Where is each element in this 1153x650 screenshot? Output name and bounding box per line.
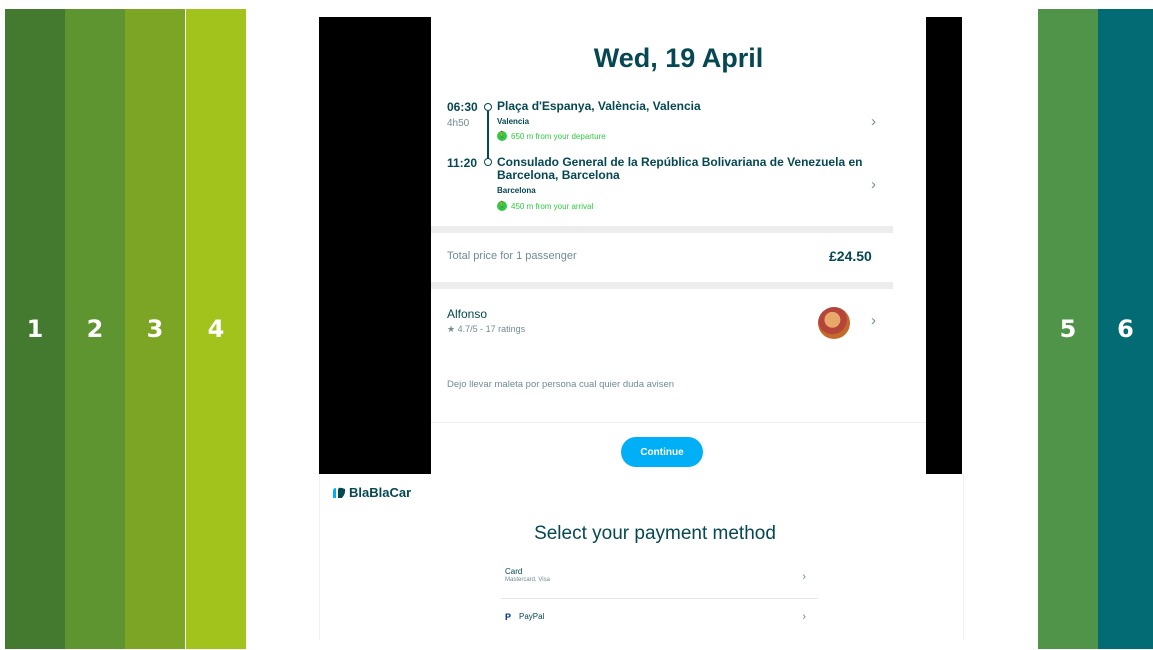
chevron-right-icon: ›	[802, 571, 806, 583]
card-option-label: Card	[505, 567, 523, 576]
arrival-city: Barcelona	[497, 186, 536, 195]
step-number: 1	[26, 315, 44, 343]
step-2-stripe: 2	[65, 9, 125, 649]
step-number: 2	[86, 315, 104, 343]
step-6-stripe: 6	[1098, 9, 1153, 649]
driver-name: Alfonso	[447, 307, 488, 321]
arrival-walk-distance: 🚶 450 m from your arrival	[497, 201, 593, 211]
step-3-stripe: 3	[125, 9, 185, 649]
section-divider	[431, 282, 893, 289]
trip-summary-card: Wed, 19 April 06:30 4h50 11:20 Plaça d'E…	[431, 17, 926, 474]
payment-title: Select your payment method	[534, 523, 776, 544]
blablacar-logo[interactable]: BlaBlaCar	[332, 485, 411, 500]
step-number: 4	[207, 315, 225, 343]
departure-stop-name: Plaça d'Espanya, València, Valencia	[497, 99, 701, 113]
chevron-right-icon: ›	[871, 113, 876, 130]
arrival-walk-text: 450 m from your arrival	[511, 201, 594, 211]
driver-note: Dejo llevar maleta por persona cual quie…	[447, 379, 675, 390]
trip-duration: 4h50	[447, 118, 470, 129]
price-label: Total price for 1 passenger	[447, 250, 577, 262]
step-1-stripe: 1	[5, 9, 65, 649]
chevron-right-icon: ›	[871, 312, 876, 329]
paypal-option-label: PayPal	[519, 612, 545, 621]
letterbox-right	[926, 17, 962, 474]
logo-text: BlaBlaCar	[349, 485, 412, 500]
walking-icon: 🚶	[497, 131, 507, 141]
walking-icon: 🚶	[497, 201, 507, 211]
step-number: 6	[1117, 315, 1134, 343]
step-number: 5	[1059, 315, 1077, 343]
step-number: 3	[146, 315, 164, 343]
departure-walk-text: 650 m from your departure	[511, 131, 606, 141]
letterbox-left	[319, 17, 431, 474]
paypal-icon: P	[505, 612, 512, 622]
card-option-sublabel: Mastercard, Visa	[505, 577, 550, 583]
arrival-stop-name: Consulado General de la República Boliva…	[497, 156, 862, 182]
continue-bar: Continue	[431, 422, 926, 474]
arrival-time: 11:20	[447, 156, 478, 170]
route-line	[487, 111, 489, 159]
blablacar-logo-icon	[333, 487, 346, 498]
departure-dot-icon	[484, 103, 492, 111]
payment-option-card[interactable]: Card Mastercard, Visa ›	[501, 560, 818, 599]
step-4-stripe: 4	[186, 9, 246, 649]
departure-city: Valencia	[497, 117, 530, 126]
payment-option-paypal[interactable]: P PayPal ›	[501, 599, 818, 635]
arrival-stop-line: Consulado General de la República Boliva…	[497, 155, 863, 169]
section-divider	[431, 226, 893, 233]
total-price: £24.50	[829, 248, 872, 264]
chevron-right-icon: ›	[871, 176, 876, 193]
continue-button[interactable]: Continue	[621, 437, 703, 467]
departure-time: 06:30	[447, 100, 478, 114]
trip-date-heading: Wed, 19 April	[593, 43, 764, 73]
arrival-stop-line: Barcelona, Barcelona	[497, 168, 620, 182]
payment-method-section: BlaBlaCar Select your payment method Car…	[319, 474, 964, 640]
driver-rating: ★ 4.7/5 - 17 ratings	[447, 324, 526, 334]
departure-walk-distance: 🚶 650 m from your departure	[497, 131, 606, 141]
chevron-right-icon: ›	[802, 611, 806, 623]
driver-avatar	[818, 307, 850, 339]
arrival-dot-icon	[484, 158, 492, 166]
step-5-stripe: 5	[1038, 9, 1098, 649]
